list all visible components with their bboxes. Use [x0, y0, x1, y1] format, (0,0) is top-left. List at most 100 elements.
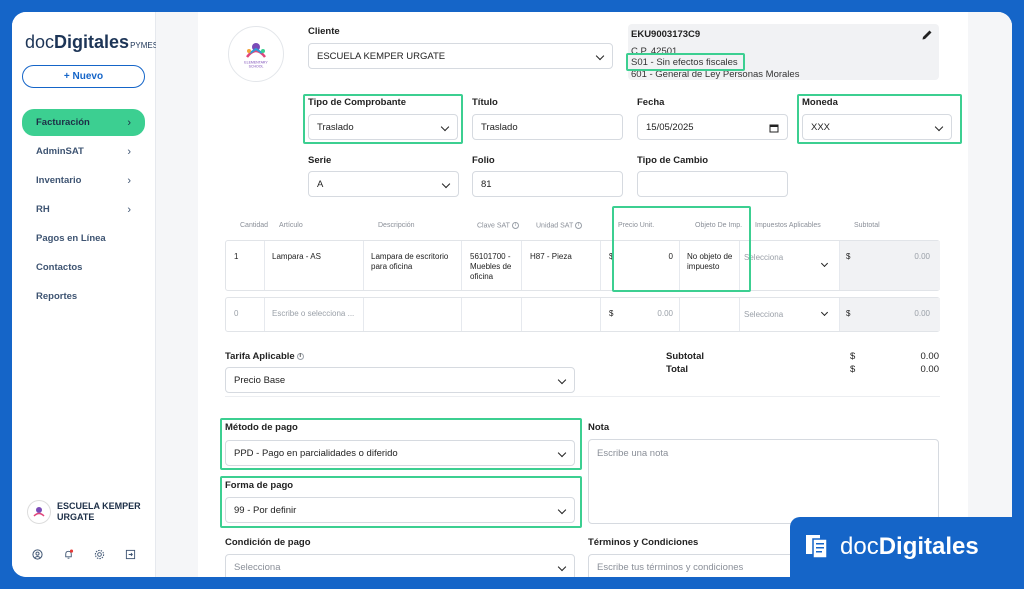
folio-input[interactable]: 81 [472, 171, 623, 197]
serie-select[interactable]: A [308, 171, 459, 197]
invoice-form: ELEMENTARY SCHOOL Cliente ESCUELA KEMPER… [198, 12, 968, 577]
col-header-precio: Precio Unit. [618, 222, 655, 229]
terminos-input[interactable]: Escribe tus términos y condiciones [588, 554, 808, 577]
tipo-comprobante-select[interactable]: Traslado [308, 114, 458, 140]
metodo-pago-select[interactable]: PPD - Pago en parcialidades o diferido [225, 440, 575, 466]
condicion-pago-label: Condición de pago [225, 537, 311, 548]
sidebar-item-rh[interactable]: RH › [22, 196, 145, 223]
sidebar-item-inventario[interactable]: Inventario › [22, 167, 145, 194]
condicion-pago-select[interactable]: Selecciona [225, 554, 575, 577]
table-row: 0 Escribe o selecciona ... $ 0.00 Selecc… [225, 297, 940, 332]
new-button[interactable]: + Nuevo [22, 65, 145, 88]
metodo-pago-label: Método de pago [225, 422, 298, 433]
moneda-label: Moneda [802, 97, 838, 108]
table-row: 1 Lampara - AS Lampara de escritorio par… [225, 240, 940, 291]
logout-icon[interactable] [125, 547, 136, 560]
titulo-label: Título [472, 97, 498, 108]
tarifa-label: Tarifa Aplicable i [225, 351, 304, 362]
col-header-cantidad: Cantidad [240, 222, 269, 229]
user-name: ESCUELA KEMPER URGATE [57, 501, 141, 522]
cell-precio[interactable]: 0 [609, 252, 673, 262]
user-profile[interactable]: ESCUELA KEMPER URGATE [27, 500, 152, 524]
sidebar-item-contactos[interactable]: Contactos [22, 254, 145, 281]
nota-label: Nota [588, 422, 610, 433]
cell-descripcion[interactable]: Lampara de escritorio para oficina [371, 252, 457, 272]
main-area: ELEMENTARY SCHOOL Cliente ESCUELA KEMPER… [156, 12, 1012, 577]
cell-subtotal: 0.00 [914, 252, 930, 261]
app-logo[interactable]: docDigitalesPYMES [25, 32, 158, 53]
sidebar-item-pagos[interactable]: Pagos en Línea [22, 225, 145, 252]
fecha-input[interactable]: 15/05/2025 [637, 114, 788, 140]
divider [225, 396, 940, 397]
cliente-select[interactable]: ESCUELA KEMPER URGATE [308, 43, 613, 69]
total-value: 0.00 [920, 364, 940, 375]
chevron-right-icon: › [127, 203, 131, 216]
cell-objeto-imp[interactable]: No objeto de impuesto [687, 252, 737, 272]
gear-icon[interactable] [94, 547, 105, 560]
sidebar-nav: Facturación › AdminSAT › Inventario › RH › P… [22, 109, 145, 312]
fecha-label: Fecha [637, 97, 665, 108]
svg-text:SCHOOL: SCHOOL [249, 65, 264, 69]
sidebar: docDigitalesPYMES + Nuevo Facturación › A… [12, 12, 158, 577]
chevron-right-icon: › [127, 174, 131, 187]
cell-unidad-sat[interactable]: H87 - Pieza [530, 252, 596, 262]
sidebar-item-adminsat[interactable]: AdminSAT › [22, 138, 145, 165]
total-label: Total [666, 364, 688, 375]
cell-subtotal: 0.00 [914, 309, 930, 318]
brand-logo-text: docDigitales [840, 533, 979, 560]
avatar [27, 500, 51, 524]
subtotal-label: Subtotal [666, 351, 704, 362]
info-icon[interactable]: i [296, 352, 304, 360]
cell-articulo[interactable]: Escribe o selecciona ... [272, 309, 360, 319]
tipo-comprobante-label: Tipo de Comprobante [308, 97, 406, 108]
cell-impuestos[interactable]: Selecciona [744, 253, 783, 263]
cliente-label: Cliente [308, 26, 340, 37]
col-header-subtotal: Subtotal [854, 222, 880, 229]
client-regimen: 601 - General de Ley Personas Morales [631, 68, 800, 80]
brand-badge: docDigitales [790, 517, 1012, 577]
chevron-down-icon[interactable] [820, 308, 829, 317]
sidebar-item-facturacion[interactable]: Facturación › [22, 109, 145, 136]
cell-precio[interactable]: 0.00 [609, 309, 673, 319]
cell-cantidad[interactable]: 0 [234, 309, 238, 319]
sidebar-item-reportes[interactable]: Reportes [22, 283, 145, 310]
folio-label: Folio [472, 155, 495, 166]
nota-textarea[interactable]: Escribe una nota [588, 439, 939, 524]
serie-label: Serie [308, 155, 332, 166]
col-header-objeto-imp: Objeto De Imp. [695, 222, 743, 229]
info-icon[interactable]: i [575, 222, 583, 229]
chevron-right-icon: › [127, 116, 131, 129]
col-header-clave-sat: Clave SAT i [477, 222, 519, 229]
user-circle-icon[interactable] [32, 547, 43, 560]
cell-articulo[interactable]: Lampara - AS [272, 252, 357, 262]
tarifa-select[interactable]: Precio Base [225, 367, 575, 393]
calendar-icon[interactable] [769, 123, 779, 136]
cell-impuestos[interactable]: Selecciona [744, 310, 783, 320]
col-header-unidad-sat: Unidad SAT i [536, 222, 583, 229]
sidebar-footer-icons [32, 547, 136, 560]
subtotal-symbol: $ [850, 351, 856, 362]
subtotal-value: 0.00 [920, 351, 940, 362]
forma-pago-select[interactable]: 99 - Por definir [225, 497, 575, 523]
cell-cantidad[interactable]: 1 [234, 252, 238, 262]
cell-clave-sat[interactable]: 56101700 - Muebles de oficina [470, 252, 520, 282]
client-logo: ELEMENTARY SCHOOL [228, 26, 284, 82]
col-header-articulo: Artículo [279, 222, 303, 229]
info-icon[interactable]: i [511, 222, 519, 229]
client-fiscal-info: EKU9003173C9 C.P. 42501 S01 - Sin efecto… [628, 24, 939, 80]
client-rfc: EKU9003173C9 [631, 29, 701, 40]
forma-pago-label: Forma de pago [225, 480, 294, 491]
col-header-impuestos: Impuestos Aplicables [755, 222, 821, 229]
moneda-select[interactable]: XXX [802, 114, 952, 140]
document-icon [802, 530, 832, 565]
total-symbol: $ [850, 364, 856, 375]
bell-icon[interactable] [63, 547, 74, 559]
edit-pencil-icon[interactable] [921, 29, 933, 41]
chevron-down-icon[interactable] [820, 259, 829, 268]
chevron-right-icon: › [127, 145, 131, 158]
app-window: docDigitalesPYMES + Nuevo Facturación › A… [12, 12, 1012, 577]
client-uso-cfdi: S01 - Sin efectos fiscales [631, 57, 738, 68]
terminos-label: Términos y Condiciones [588, 537, 699, 548]
titulo-input[interactable]: Traslado [472, 114, 623, 140]
tipo-cambio-input[interactable] [637, 171, 788, 197]
